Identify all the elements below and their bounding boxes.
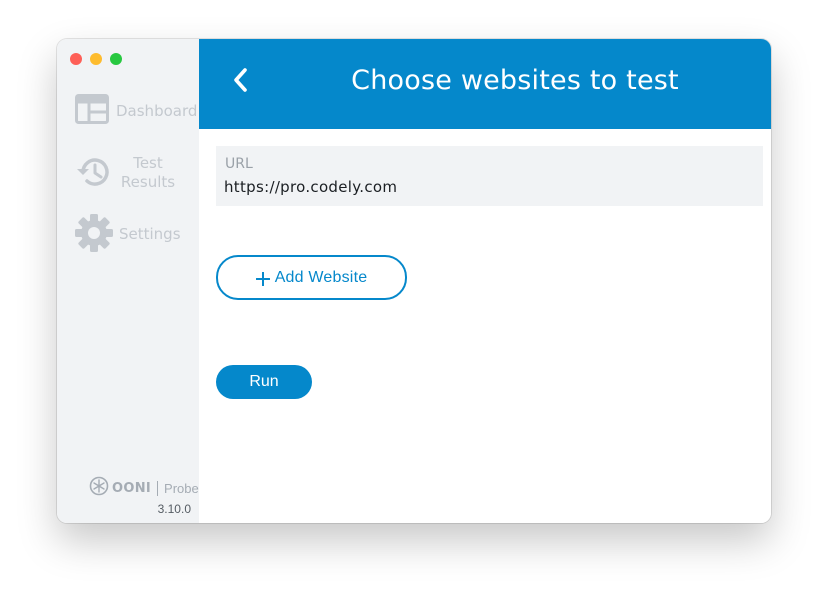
url-label: URL (225, 156, 253, 172)
chevron-left-icon (234, 68, 247, 92)
run-button[interactable]: Run (216, 365, 312, 399)
header-bar: Choose websites to test (199, 39, 771, 129)
back-button[interactable] (225, 63, 255, 97)
url-field[interactable]: URL (216, 146, 763, 206)
app-window: Dashboard Test Results Settings OONI Pro… (57, 39, 771, 523)
add-website-label: Add Website (274, 268, 368, 286)
dashboard-icon (75, 94, 109, 128)
main-content: Choose websites to test URL Add Website … (199, 39, 771, 523)
sidebar-item-test-results[interactable]: Test Results (57, 151, 199, 199)
add-website-button[interactable]: Add Website (216, 255, 407, 300)
brand-name: OONI (112, 480, 152, 496)
zoom-window-button[interactable] (110, 53, 122, 65)
close-window-button[interactable] (70, 53, 82, 65)
plus-icon (255, 271, 271, 286)
minimize-window-button[interactable] (90, 53, 102, 65)
url-input[interactable] (224, 176, 744, 198)
sidebar-item-label: Dashboard (116, 102, 198, 120)
page-title: Choose websites to test (351, 65, 679, 96)
brand-product: Probe (164, 480, 199, 496)
sidebar-item-dashboard[interactable]: Dashboard (57, 91, 199, 131)
history-icon (75, 155, 111, 193)
ooni-logo-icon (89, 476, 109, 500)
sidebar-item-label: Test Results (120, 154, 176, 191)
gear-icon (75, 214, 113, 256)
ooni-probe-brand: OONI Probe (89, 476, 199, 500)
brand-divider (157, 480, 159, 496)
sidebar-item-settings[interactable]: Settings (57, 211, 199, 255)
app-version: 3.10.0 (157, 502, 191, 516)
sidebar-item-label: Settings (119, 225, 181, 243)
sidebar: Dashboard Test Results Settings OONI Pro… (57, 39, 199, 523)
